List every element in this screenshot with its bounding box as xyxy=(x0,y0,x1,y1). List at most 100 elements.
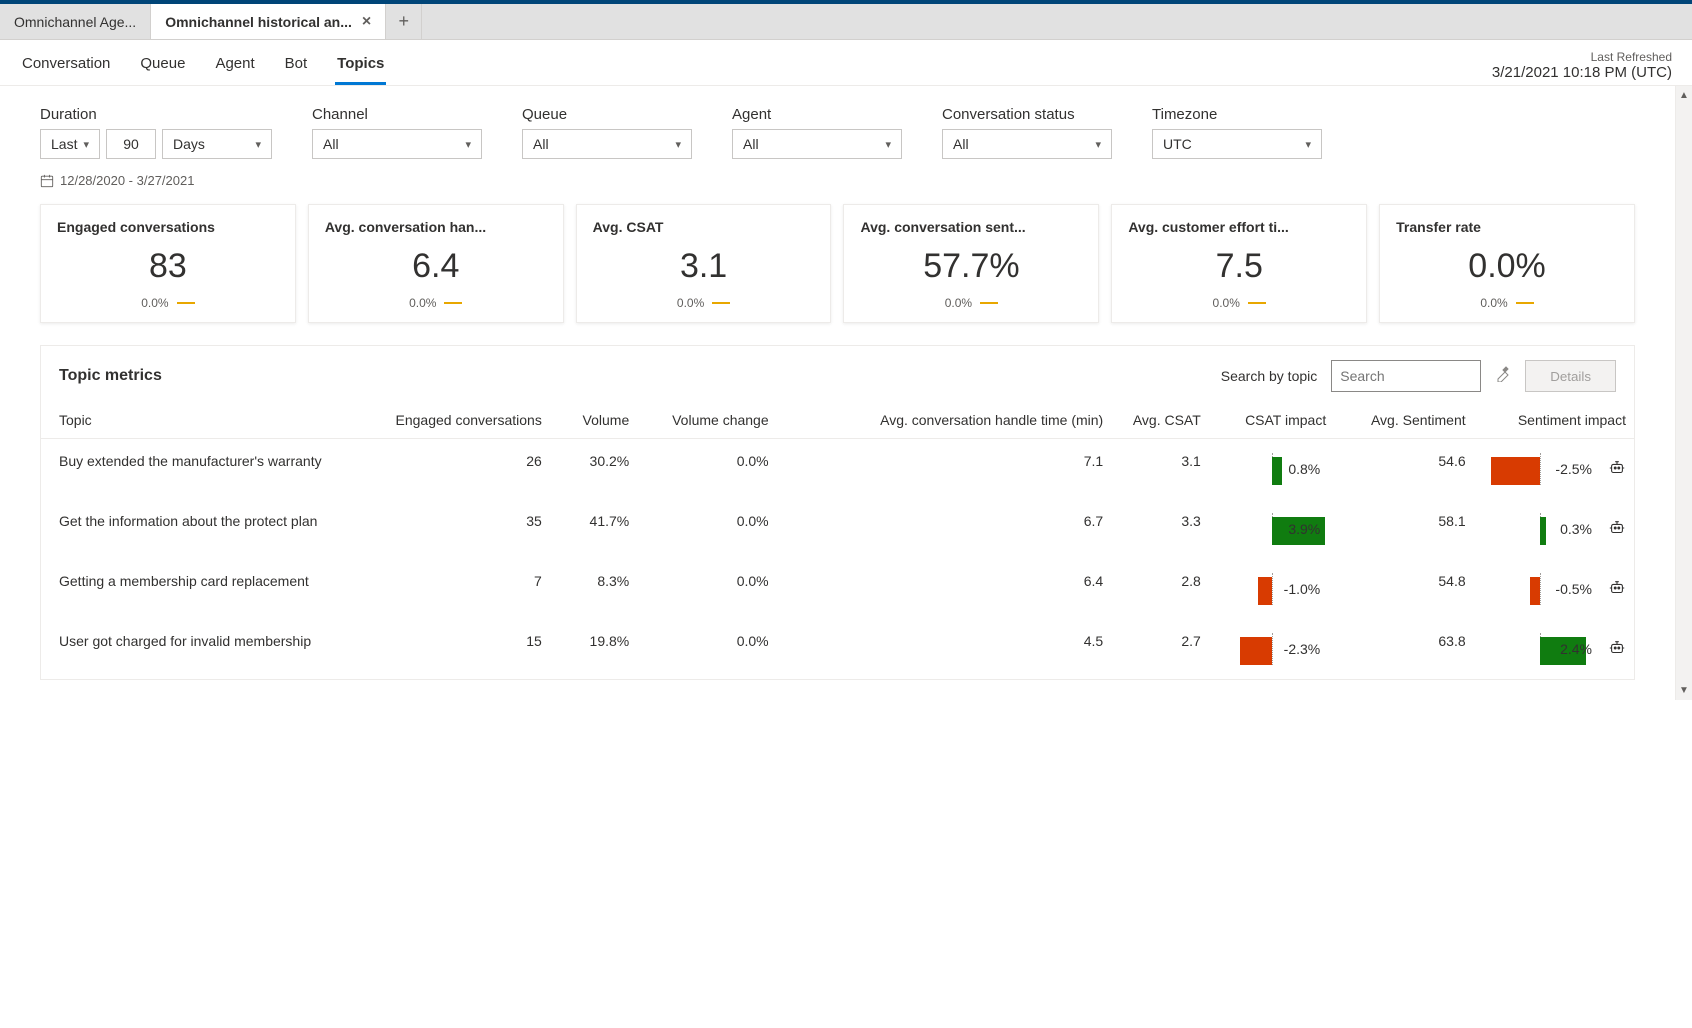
bot-icon[interactable] xyxy=(1608,519,1626,540)
chevron-down-icon: ▾ xyxy=(83,138,89,151)
col-csat-impact[interactable]: CSAT impact xyxy=(1209,402,1334,439)
cell-avg-sentiment: 54.6 xyxy=(1334,439,1473,500)
filter-agent: Agent All ▾ xyxy=(732,106,902,188)
cell-avg-csat: 2.8 xyxy=(1111,559,1209,619)
col-volume-change[interactable]: Volume change xyxy=(637,402,776,439)
trend-flat-icon xyxy=(712,302,730,304)
cell-avg-sentiment: 63.8 xyxy=(1334,619,1473,679)
nav-bot[interactable]: Bot xyxy=(283,55,310,85)
last-refreshed-value: 3/21/2021 10:18 PM (UTC) xyxy=(1492,64,1672,81)
new-tab-button[interactable]: + xyxy=(386,4,422,39)
cell-volume-change: 0.0% xyxy=(637,559,776,619)
agent-select[interactable]: All ▾ xyxy=(732,129,902,159)
duration-value-input[interactable]: 90 xyxy=(106,129,156,159)
kpi-card[interactable]: Avg. customer effort ti... 7.5 0.0% xyxy=(1111,204,1367,323)
chevron-down-icon: ▾ xyxy=(255,138,261,151)
filter-duration: Duration Last ▾ 90 Days ▾ 12/28/2020 - 3… xyxy=(40,106,272,188)
filter-queue: Queue All ▾ xyxy=(522,106,692,188)
topic-metrics-table: Topic Engaged conversations Volume Volum… xyxy=(41,402,1634,679)
col-engaged[interactable]: Engaged conversations xyxy=(341,402,550,439)
col-handle-time[interactable]: Avg. conversation handle time (min) xyxy=(777,402,1112,439)
eraser-icon[interactable] xyxy=(1495,366,1511,387)
kpi-card[interactable]: Avg. conversation han... 6.4 0.0% xyxy=(308,204,564,323)
topic-metrics-title: Topic metrics xyxy=(59,367,162,385)
impact-value: 2.4% xyxy=(1560,641,1592,657)
cell-handle-time: 6.4 xyxy=(777,559,1112,619)
bot-icon[interactable] xyxy=(1608,579,1626,600)
trend-flat-icon xyxy=(177,302,195,304)
timezone-select[interactable]: UTC ▾ xyxy=(1152,129,1322,159)
filter-channel: Channel All ▾ xyxy=(312,106,482,188)
cell-engaged: 15 xyxy=(341,619,550,679)
col-topic[interactable]: Topic xyxy=(41,402,341,439)
tab-omnichannel-historical[interactable]: Omnichannel historical an... × xyxy=(151,4,386,39)
trend-flat-icon xyxy=(1516,302,1534,304)
trend-flat-icon xyxy=(444,302,462,304)
kpi-title: Transfer rate xyxy=(1396,219,1618,235)
col-sentiment-impact[interactable]: Sentiment impact xyxy=(1474,402,1634,439)
search-input-wrapper[interactable] xyxy=(1331,360,1481,392)
nav-conversation[interactable]: Conversation xyxy=(20,55,112,85)
col-avg-csat[interactable]: Avg. CSAT xyxy=(1111,402,1209,439)
trend-flat-icon xyxy=(980,302,998,304)
cell-avg-sentiment: 58.1 xyxy=(1334,499,1473,559)
kpi-value: 6.4 xyxy=(325,247,547,286)
tab-label: Omnichannel Age... xyxy=(14,14,136,30)
cell-engaged: 35 xyxy=(341,499,550,559)
search-by-topic-label: Search by topic xyxy=(1221,368,1318,384)
bot-icon[interactable] xyxy=(1608,459,1626,480)
filters-row: Duration Last ▾ 90 Days ▾ 12/28/2020 - 3… xyxy=(40,106,1635,188)
nav-topics[interactable]: Topics xyxy=(335,55,386,85)
col-volume[interactable]: Volume xyxy=(550,402,637,439)
last-refreshed-label: Last Refreshed xyxy=(1492,50,1672,64)
chevron-down-icon: ▾ xyxy=(675,138,681,151)
col-avg-sentiment[interactable]: Avg. Sentiment xyxy=(1334,402,1473,439)
cell-handle-time: 6.7 xyxy=(777,499,1112,559)
nav-agent[interactable]: Agent xyxy=(213,55,256,85)
vertical-scrollbar[interactable]: ▲ ▼ xyxy=(1675,86,1692,700)
bot-icon[interactable] xyxy=(1608,639,1626,660)
kpi-card[interactable]: Avg. conversation sent... 57.7% 0.0% xyxy=(843,204,1099,323)
cell-topic: Get the information about the protect pl… xyxy=(41,499,341,559)
kpi-delta: 0.0% xyxy=(593,296,815,310)
nav-queue[interactable]: Queue xyxy=(138,55,187,85)
cell-avg-csat: 2.7 xyxy=(1111,619,1209,679)
cell-avg-sentiment: 54.8 xyxy=(1334,559,1473,619)
kpi-card[interactable]: Avg. CSAT 3.1 0.0% xyxy=(576,204,832,323)
cell-volume-change: 0.0% xyxy=(637,439,776,500)
last-refreshed: Last Refreshed 3/21/2021 10:18 PM (UTC) xyxy=(1492,50,1672,85)
kpi-card[interactable]: Transfer rate 0.0% 0.0% xyxy=(1379,204,1635,323)
impact-value: -0.5% xyxy=(1555,581,1592,597)
impact-value: -2.5% xyxy=(1555,461,1592,477)
table-row[interactable]: User got charged for invalid membership … xyxy=(41,619,1634,679)
queue-select[interactable]: All ▾ xyxy=(522,129,692,159)
chevron-down-icon: ▾ xyxy=(1095,138,1101,151)
cell-volume: 8.3% xyxy=(550,559,637,619)
table-row[interactable]: Buy extended the manufacturer's warranty… xyxy=(41,439,1634,500)
cell-sentiment-impact: -2.5% xyxy=(1474,439,1634,500)
channel-select[interactable]: All ▾ xyxy=(312,129,482,159)
report-content: Duration Last ▾ 90 Days ▾ 12/28/2020 - 3… xyxy=(0,86,1675,700)
duration-unit-select[interactable]: Days ▾ xyxy=(162,129,272,159)
chevron-down-icon: ▾ xyxy=(465,138,471,151)
kpi-title: Avg. conversation sent... xyxy=(860,219,1082,235)
kpi-value: 83 xyxy=(57,247,279,286)
cell-topic: Getting a membership card replacement xyxy=(41,559,341,619)
table-row[interactable]: Get the information about the protect pl… xyxy=(41,499,1634,559)
close-icon[interactable]: × xyxy=(362,13,371,31)
tab-label: Omnichannel historical an... xyxy=(165,14,352,30)
cell-volume: 30.2% xyxy=(550,439,637,500)
cell-engaged: 7 xyxy=(341,559,550,619)
status-select[interactable]: All ▾ xyxy=(942,129,1112,159)
kpi-title: Avg. customer effort ti... xyxy=(1128,219,1350,235)
search-input[interactable] xyxy=(1340,368,1521,384)
scroll-up-icon[interactable]: ▲ xyxy=(1679,90,1689,101)
tab-omnichannel-agent[interactable]: Omnichannel Age... xyxy=(0,4,151,39)
duration-mode-select[interactable]: Last ▾ xyxy=(40,129,100,159)
kpi-card[interactable]: Engaged conversations 83 0.0% xyxy=(40,204,296,323)
scroll-down-icon[interactable]: ▼ xyxy=(1679,685,1689,696)
cell-volume-change: 0.0% xyxy=(637,619,776,679)
table-row[interactable]: Getting a membership card replacement 7 … xyxy=(41,559,1634,619)
kpi-delta: 0.0% xyxy=(860,296,1082,310)
cell-csat-impact: 0.8% xyxy=(1209,439,1334,500)
